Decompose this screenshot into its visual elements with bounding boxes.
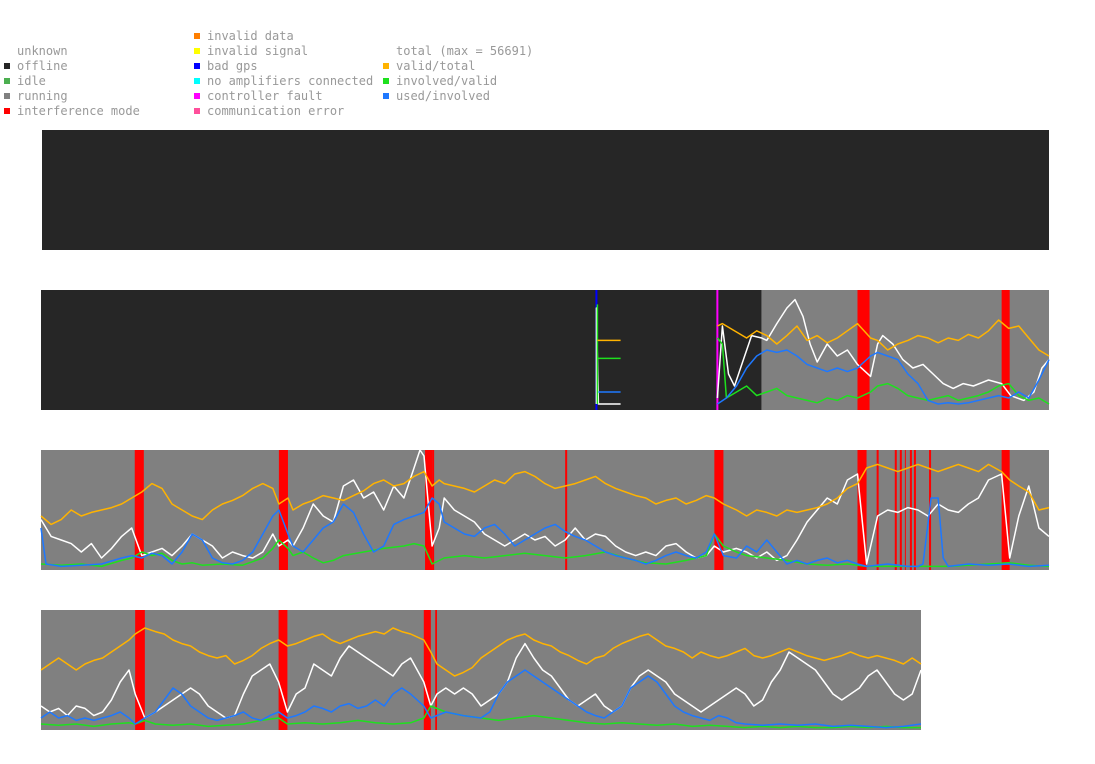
interference-band (278, 450, 288, 570)
status-band-offline (42, 130, 1049, 250)
chart-panel-3 (40, 449, 1050, 570)
interference-band (432, 450, 435, 570)
interference-band (909, 450, 912, 570)
status-band-running (41, 450, 1049, 570)
chart-panel-2 (41, 290, 1050, 410)
status-band-offline (41, 290, 762, 410)
status-band-running (41, 610, 921, 730)
interference-band (857, 290, 870, 410)
status-strip-charts (40, 130, 1050, 730)
interference-band (565, 450, 568, 570)
chart-panel-4 (40, 610, 922, 730)
interference-band (894, 450, 897, 570)
interference-band (435, 610, 437, 730)
interference-band (876, 450, 879, 570)
chart-panel-1 (42, 130, 1049, 250)
